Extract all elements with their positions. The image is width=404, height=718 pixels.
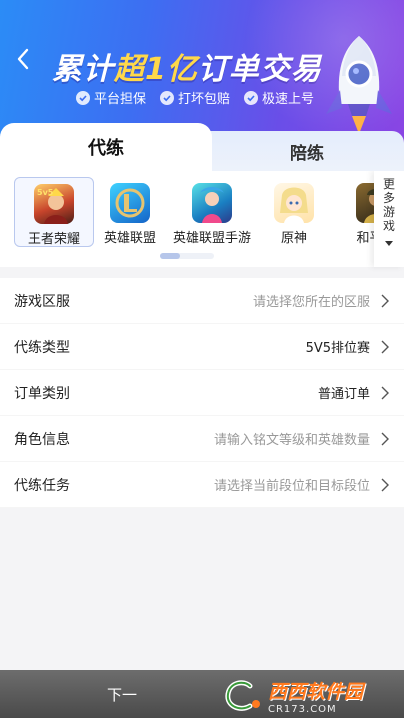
banner-title-highlight: 超1亿 xyxy=(114,52,198,87)
form-row-character-info[interactable]: 角色信息 请输入铭文等级和英雄数量 xyxy=(0,416,404,462)
game-item-honor-of-kings[interactable]: 5v5 王者荣耀 xyxy=(14,177,94,247)
feature-item: 平台担保 xyxy=(76,88,146,107)
form-row-server[interactable]: 游戏区服 请选择您所在的区服 xyxy=(0,278,404,324)
scroll-indicator-thumb xyxy=(160,253,180,259)
form-value: 请选择当前段位和目标段位 xyxy=(213,479,370,494)
game-item-genshin[interactable]: 原神 xyxy=(254,177,334,247)
check-icon xyxy=(76,90,90,105)
game-name: 和平精 xyxy=(356,231,374,246)
watermark-text: 西西软件园 CR173.COM xyxy=(268,677,363,715)
form-row-order-category[interactable]: 订单类别 普通订单 xyxy=(0,370,404,416)
tab-coaching[interactable]: 陪练 xyxy=(190,131,404,171)
honor-of-kings-icon: 5v5 xyxy=(34,184,74,224)
game-name: 原神 xyxy=(280,231,307,246)
game-item-wild-rift[interactable]: 英雄联盟手游 xyxy=(172,177,252,247)
form-value: 请选择您所在的区服 xyxy=(252,295,370,310)
form-label: 角色信息 xyxy=(14,431,70,448)
league-of-legends-icon xyxy=(110,183,150,223)
chevron-right-icon xyxy=(381,478,389,491)
game-name: 英雄联盟 xyxy=(103,231,156,246)
form-label: 游戏区服 xyxy=(14,293,70,310)
feature-label: 极速上号 xyxy=(262,92,315,107)
check-icon xyxy=(244,90,259,105)
form-label: 代练任务 xyxy=(14,477,70,494)
check-icon xyxy=(160,90,175,105)
form-row-boost-task[interactable]: 代练任务 请选择当前段位和目标段位 xyxy=(0,462,404,508)
game-name: 英雄联盟手游 xyxy=(172,231,251,246)
banner-title-part2: 订单交易 xyxy=(197,52,322,87)
watermark-sub: CR173.COM xyxy=(268,704,337,715)
chevron-left-icon xyxy=(17,48,29,70)
back-button[interactable] xyxy=(16,48,40,76)
order-form: 游戏区服 请选择您所在的区服 代练类型 5V5排位赛 订单类别 普通订单 角色信… xyxy=(0,278,404,508)
wild-rift-icon xyxy=(192,183,232,223)
game-item-peace-elite[interactable]: 和平精 xyxy=(336,177,374,247)
more-games-button[interactable]: 更多游戏 xyxy=(374,171,404,267)
more-games-label: 更多游戏 xyxy=(382,177,395,233)
watermark: 西西软件园 CR173.COM xyxy=(220,676,390,716)
scroll-indicator xyxy=(160,253,214,259)
form-value: 请输入铭文等级和英雄数量 xyxy=(213,433,370,448)
form-label: 代练类型 xyxy=(14,339,70,356)
service-tabs: 代练 陪练 xyxy=(0,123,404,171)
chevron-right-icon xyxy=(381,386,389,399)
game-name: 王者荣耀 xyxy=(27,232,80,247)
svg-text:5v5: 5v5 xyxy=(37,188,54,197)
watermark-main: 西西软件园 xyxy=(268,681,364,703)
feature-item: 打坏包赔 xyxy=(160,88,230,107)
caret-down-icon xyxy=(385,241,393,246)
watermark-logo-icon xyxy=(225,680,260,711)
tab-label: 代练 xyxy=(88,138,124,159)
form-row-boost-type[interactable]: 代练类型 5V5排位赛 xyxy=(0,324,404,370)
chevron-right-icon xyxy=(381,340,389,353)
feature-list: 平台担保 打坏包赔 极速上号 xyxy=(76,88,314,107)
game-item-league-of-legends[interactable]: 英雄联盟 xyxy=(90,177,170,247)
feature-label: 平台担保 xyxy=(94,92,147,107)
tab-boosting[interactable]: 代练 xyxy=(0,123,212,171)
chevron-right-icon xyxy=(381,432,389,445)
form-label: 订单类别 xyxy=(14,385,70,402)
banner-title-part1: 累计 xyxy=(52,52,114,87)
rocket-icon xyxy=(326,36,392,134)
form-value: 5V5排位赛 xyxy=(305,341,370,356)
tab-label: 陪练 xyxy=(290,143,324,164)
peace-elite-icon xyxy=(356,183,374,223)
genshin-icon xyxy=(274,183,314,223)
form-value: 普通订单 xyxy=(317,387,370,402)
feature-item: 极速上号 xyxy=(244,88,314,107)
game-selector: 5v5 王者荣耀 英雄联盟 英雄联盟手游 原神 和平精 xyxy=(0,171,404,267)
chevron-right-icon xyxy=(381,294,389,307)
feature-label: 打坏包赔 xyxy=(178,92,231,107)
banner-title: 累计超1亿订单交易 xyxy=(52,44,322,88)
